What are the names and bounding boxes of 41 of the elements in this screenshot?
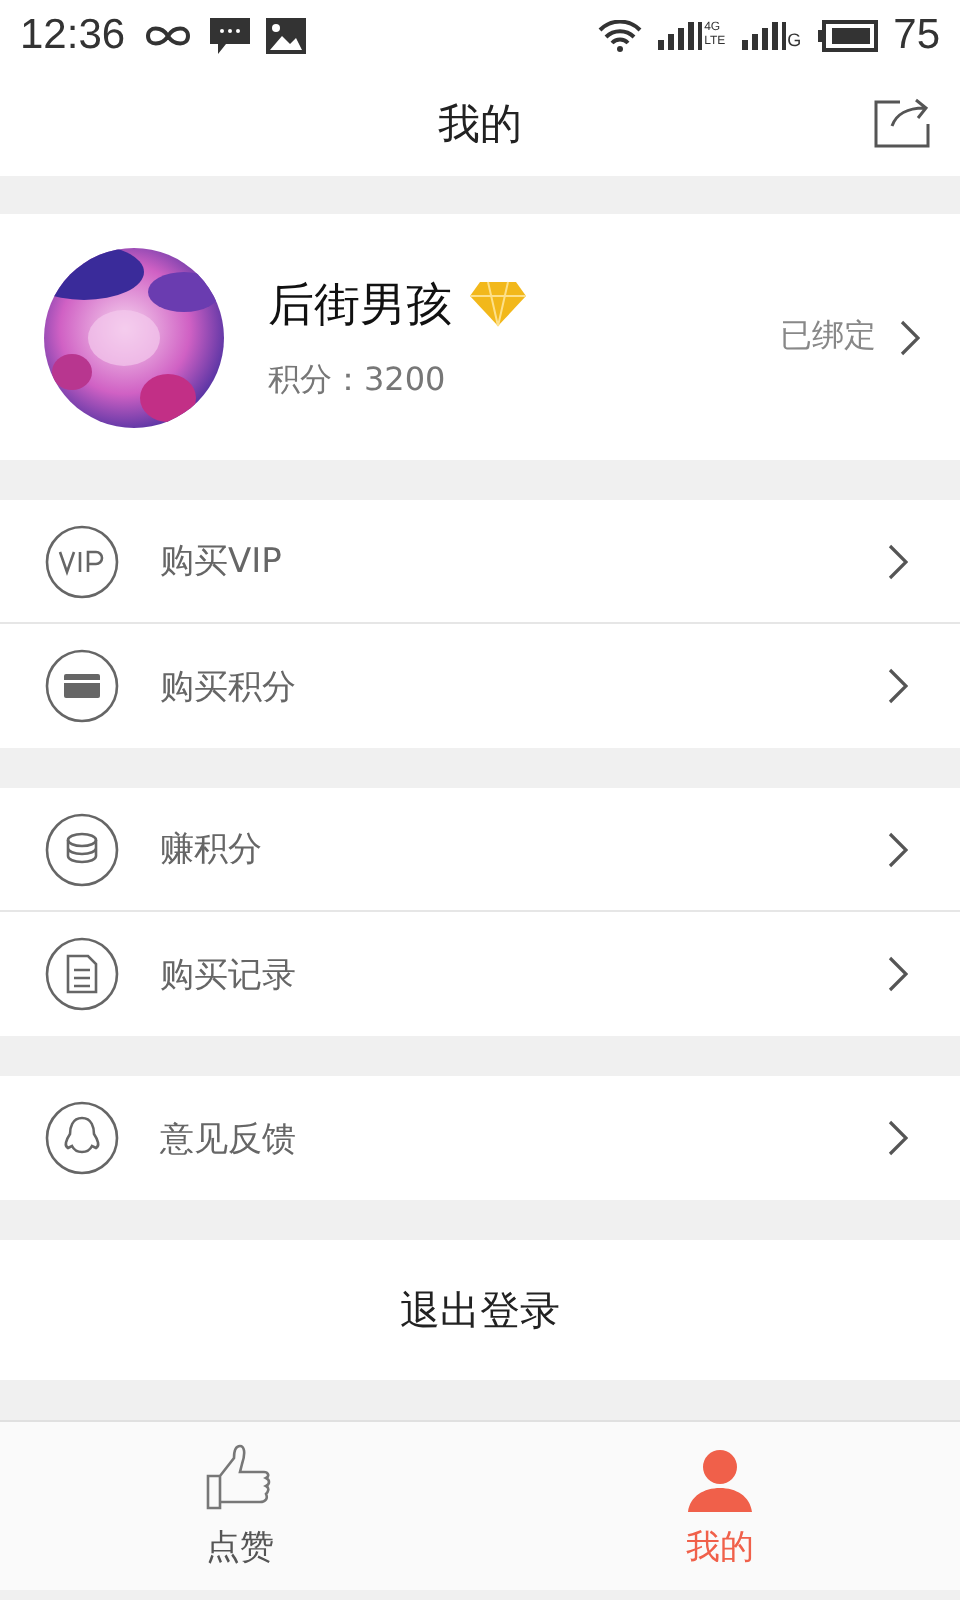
penguin-icon	[44, 1100, 120, 1176]
thumbs-up-icon	[204, 1443, 276, 1515]
share-icon[interactable]	[872, 96, 932, 148]
network-label: G	[787, 30, 802, 50]
menu-label: 意见反馈	[160, 1117, 298, 1161]
battery-level: 75	[893, 12, 940, 60]
signal-icon	[741, 22, 786, 50]
card-icon	[44, 648, 120, 724]
menu-label: 赚积分	[160, 828, 264, 872]
message-icon	[209, 18, 250, 54]
chevron-right-icon	[888, 668, 908, 704]
bind-status[interactable]: 已绑定	[780, 316, 876, 358]
points-text: 积分：3200	[268, 359, 448, 401]
menu-label: 购买记录	[160, 953, 298, 997]
menu-label: 购买VIP	[160, 540, 284, 584]
chevron-right-icon	[888, 831, 908, 867]
menu-item[interactable]: 购买VIP	[0, 500, 960, 624]
chevron-right-icon	[888, 1120, 908, 1156]
document-icon	[44, 936, 120, 1012]
tab-item[interactable]: 我的	[480, 1422, 960, 1590]
menu-item[interactable]: 购买积分	[0, 624, 960, 748]
menu-item[interactable]: 意见反馈	[0, 1076, 960, 1200]
wifi-icon	[598, 20, 643, 52]
chevron-right-icon	[900, 319, 920, 355]
battery-icon	[817, 20, 878, 52]
menu-label: 购买积分	[160, 665, 298, 709]
menu-item[interactable]: 购买记录	[0, 912, 960, 1036]
chevron-right-icon	[888, 956, 908, 992]
tab-item[interactable]: 点赞	[0, 1422, 480, 1590]
diamond-icon	[468, 280, 528, 328]
image-icon	[265, 18, 306, 54]
menu-item[interactable]: 赚积分	[0, 788, 960, 912]
coins-icon	[44, 811, 120, 887]
signal-icon	[658, 22, 703, 50]
page-title: 我的	[438, 98, 522, 152]
user-name: 后街男孩	[268, 277, 452, 335]
chevron-right-icon	[888, 543, 908, 579]
infinity-icon	[141, 22, 194, 50]
logout-button[interactable]: 退出登录	[360, 1267, 600, 1353]
vip-icon	[44, 523, 120, 599]
clock-time: 12:36	[20, 12, 126, 60]
